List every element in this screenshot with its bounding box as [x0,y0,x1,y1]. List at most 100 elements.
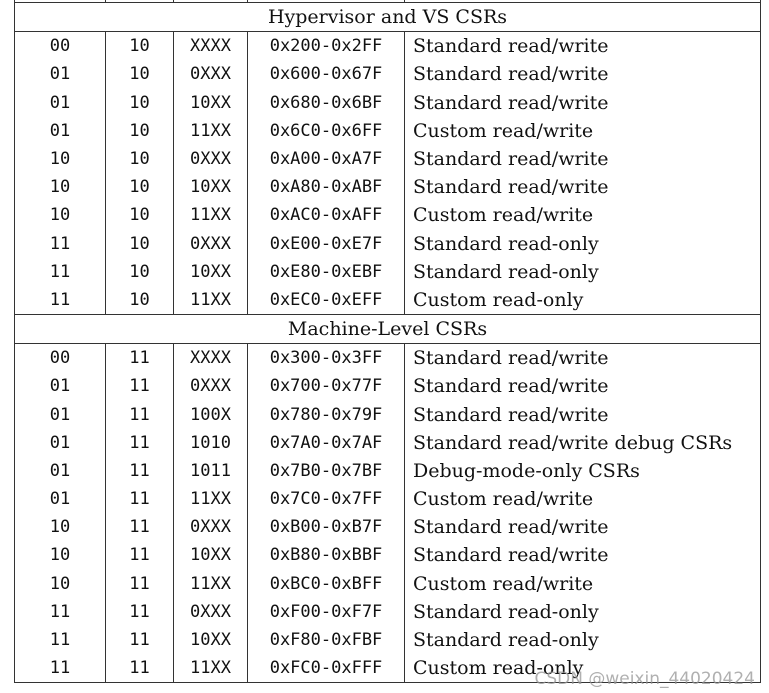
cell-use-and-accessibility: Standard read-only [404,257,761,286]
section-header-row: Hypervisor and VS CSRs [14,2,761,33]
cell-hex-range: 0x300-0x3FF [247,343,405,373]
cell-hex-range: 0xFC0-0xFFF [247,654,405,684]
cell-use-and-accessibility: Standard read-only [404,625,761,655]
cell-bits-11-10: 01 [14,116,106,145]
cell-bits-11-10: 01 [14,372,106,401]
table-row: 01 10 11XX 0x6C0-0x6FF Custom read/write [14,116,761,145]
cell-bits-7-4: 11XX [173,569,248,598]
cell-bits-7-4: 0XXX [173,372,248,401]
cell-bits-7-4: 0XXX [173,513,248,542]
cell-use-and-accessibility: Standard read-only [404,229,761,258]
cell-hex-range: 0xF80-0xFBF [247,625,405,655]
cell-use-and-accessibility: Standard read/write [404,144,761,174]
cell-bits-7-4: 10XX [173,88,248,117]
cell-use-and-accessibility: Standard read/write [404,88,761,117]
cell-bits-7-4: 10XX [173,257,248,286]
cell-use-and-accessibility: Standard read/write [404,513,761,542]
cell-use-and-accessibility: Custom read/write [404,201,761,230]
cell-use-and-accessibility: Standard read/write [404,60,761,89]
cell-use-and-accessibility: Custom read/write [404,116,761,145]
cell-hex-range: 0xE80-0xEBF [247,257,405,286]
cell-bits-11-10: 11 [14,625,106,655]
cell-bits-9-8: 10 [105,229,174,258]
table-row: 01 11 11XX 0x7C0-0x7FF Custom read/write [14,485,761,514]
cell-bits-11-10: 01 [14,428,106,457]
cell-bits-9-8: 11 [105,597,174,626]
cell-bits-7-4: 11XX [173,654,248,684]
cell-bits-11-10: 11 [14,229,106,258]
table-row: 10 10 10XX 0xA80-0xABF Standard read/write [14,173,761,202]
cell-bits-9-8: 11 [105,625,174,655]
cell-bits-7-4: 10XX [173,625,248,655]
cell-bits-9-8: 11 [105,654,174,684]
cell-hex-range: 0xAC0-0xAFF [247,201,405,230]
cell-hex-range: 0x780-0x79F [247,400,405,429]
cell-use-and-accessibility: Custom read/write [404,569,761,598]
cell-bits-11-10: 01 [14,456,106,485]
table-row: 01 10 0XXX 0x600-0x67F Standard read/write [14,60,761,89]
table-row: 00 10 XXXX 0x200-0x2FF Standard read/write [14,31,761,61]
cell-bits-11-10: 00 [14,31,106,61]
table-row: 10 11 0XXX 0xB00-0xB7F Standard read/write [14,513,761,542]
cell-bits-9-8: 11 [105,485,174,514]
table-row: 01 11 100X 0x780-0x79F Standard read/write [14,400,761,429]
section-title: Hypervisor and VS CSRs [14,2,761,33]
cell-use-and-accessibility: Standard read/write [404,173,761,202]
cell-hex-range: 0xB00-0xB7F [247,513,405,542]
cell-bits-9-8: 10 [105,88,174,117]
cell-bits-7-4: 0XXX [173,229,248,258]
cell-bits-11-10: 01 [14,400,106,429]
table-row: 01 11 1010 0x7A0-0x7AF Standard read/write d… [14,428,761,457]
cell-bits-11-10: 00 [14,343,106,373]
cell-bits-7-4: 0XXX [173,597,248,626]
watermark: CSDN @weixin_44020424 [534,669,755,689]
cell-use-and-accessibility: Custom read/write [404,485,761,514]
csr-address-table: Hypervisor and VS CSRs 00 10 XXXX 0x200-0x2F… [14,0,761,684]
cell-hex-range: 0x6C0-0x6FF [247,116,405,145]
table-row: 10 10 0XXX 0xA00-0xA7F Standard read/write [14,144,761,174]
cell-bits-9-8: 10 [105,144,174,174]
cell-bits-9-8: 11 [105,372,174,401]
cell-bits-11-10: 01 [14,485,106,514]
cell-hex-range: 0xBC0-0xBFF [247,569,405,598]
cell-bits-11-10: 10 [14,201,106,230]
cell-bits-9-8: 10 [105,116,174,145]
table-row: 11 10 10XX 0xE80-0xEBF Standard read-only [14,257,761,286]
cell-use-and-accessibility: Standard read/write [404,372,761,401]
cell-bits-11-10: 10 [14,173,106,202]
cell-bits-11-10: 10 [14,569,106,598]
cell-use-and-accessibility: Standard read/write [404,400,761,429]
cell-bits-9-8: 10 [105,257,174,286]
cell-bits-9-8: 10 [105,201,174,230]
cell-bits-11-10: 01 [14,88,106,117]
cell-use-and-accessibility: Standard read-only [404,597,761,626]
cell-hex-range: 0xF00-0xF7F [247,597,405,626]
cell-use-and-accessibility: Standard read/write debug CSRs [404,428,761,457]
cell-use-and-accessibility: Standard read/write [404,541,761,570]
section-title: Machine-Level CSRs [14,314,761,345]
cell-use-and-accessibility: Standard read/write [404,343,761,373]
cell-bits-9-8: 11 [105,456,174,485]
table-row: 01 11 0XXX 0x700-0x77F Standard read/write [14,372,761,401]
cell-bits-7-4: 11XX [173,285,248,315]
cell-use-and-accessibility: Debug-mode-only CSRs [404,456,761,485]
cell-hex-range: 0xB80-0xBBF [247,541,405,570]
cell-bits-9-8: 10 [105,285,174,315]
cell-hex-range: 0xE00-0xE7F [247,229,405,258]
cell-bits-11-10: 01 [14,60,106,89]
cell-bits-9-8: 11 [105,541,174,570]
cell-bits-11-10: 11 [14,285,106,315]
cell-bits-7-4: 11XX [173,116,248,145]
cell-bits-7-4: 10XX [173,541,248,570]
cell-use-and-accessibility: Custom read-only [404,285,761,315]
cell-bits-9-8: 10 [105,60,174,89]
cell-bits-9-8: 11 [105,513,174,542]
cell-use-and-accessibility: Standard read/write [404,31,761,61]
cell-hex-range: 0x700-0x77F [247,372,405,401]
table-row: 11 10 11XX 0xEC0-0xEFF Custom read-only [14,285,761,315]
cell-bits-9-8: 11 [105,400,174,429]
table-row: 10 11 11XX 0xBC0-0xBFF Custom read/write [14,569,761,598]
cell-bits-9-8: 10 [105,31,174,61]
cell-bits-7-4: 11XX [173,485,248,514]
table-row: 10 10 11XX 0xAC0-0xAFF Custom read/write [14,201,761,230]
